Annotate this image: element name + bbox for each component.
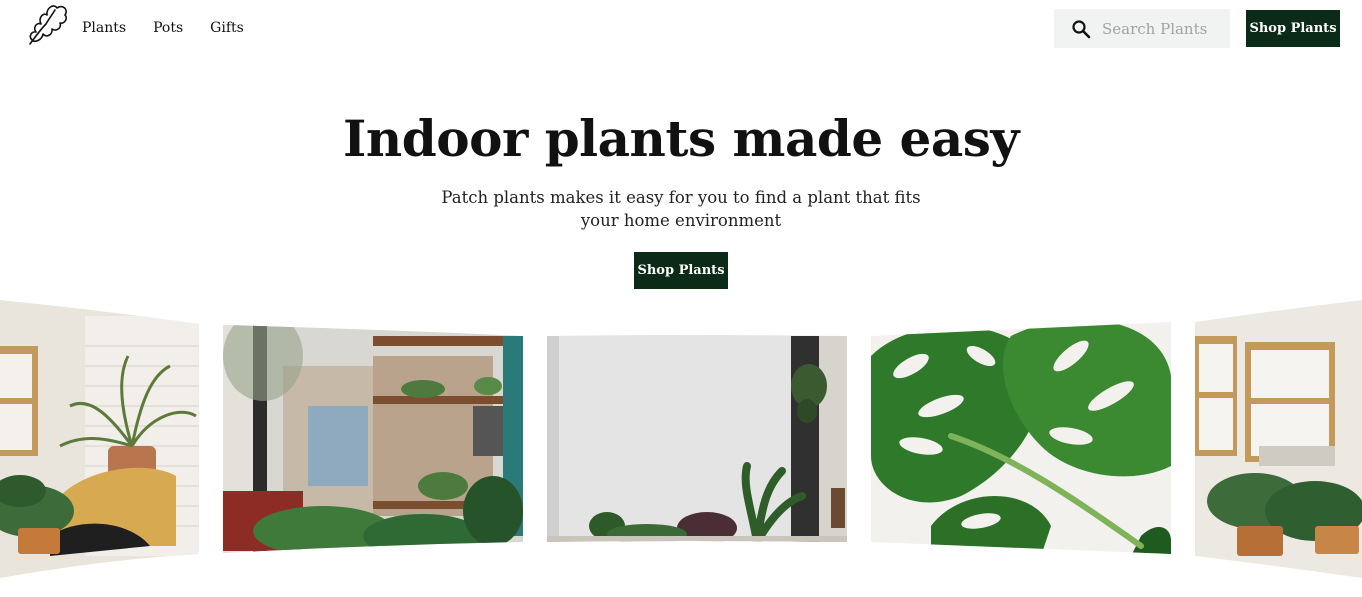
plant-gallery xyxy=(0,296,1362,586)
gallery-image-window-plants[interactable] xyxy=(1195,296,1362,586)
search-input[interactable] xyxy=(1102,19,1232,38)
hero-shop-plants-button[interactable]: Shop Plants xyxy=(634,252,728,289)
header-shop-plants-button[interactable]: Shop Plants xyxy=(1246,10,1340,47)
main-nav: Plants Pots Gifts xyxy=(82,19,271,37)
search-icon[interactable] xyxy=(1071,19,1091,39)
leaf-logo-icon[interactable] xyxy=(24,0,70,48)
hero-subtitle: Patch plants makes it easy for you to fi… xyxy=(441,188,921,230)
gallery-image-white-wall[interactable] xyxy=(547,296,847,586)
site-header: Plants Pots Gifts Shop Plants xyxy=(0,0,1362,56)
nav-item-plants[interactable]: Plants xyxy=(82,19,126,37)
gallery-image-cafe-shelves[interactable] xyxy=(223,296,523,586)
nav-item-pots[interactable]: Pots xyxy=(153,19,183,37)
search-box[interactable] xyxy=(1054,9,1232,48)
gallery-image-living-room[interactable] xyxy=(0,296,199,586)
nav-item-gifts[interactable]: Gifts xyxy=(210,19,244,37)
hero-title: Indoor plants made easy xyxy=(343,109,1019,168)
gallery-image-monstera[interactable] xyxy=(871,296,1171,586)
leaf-logo-svg xyxy=(29,5,67,45)
